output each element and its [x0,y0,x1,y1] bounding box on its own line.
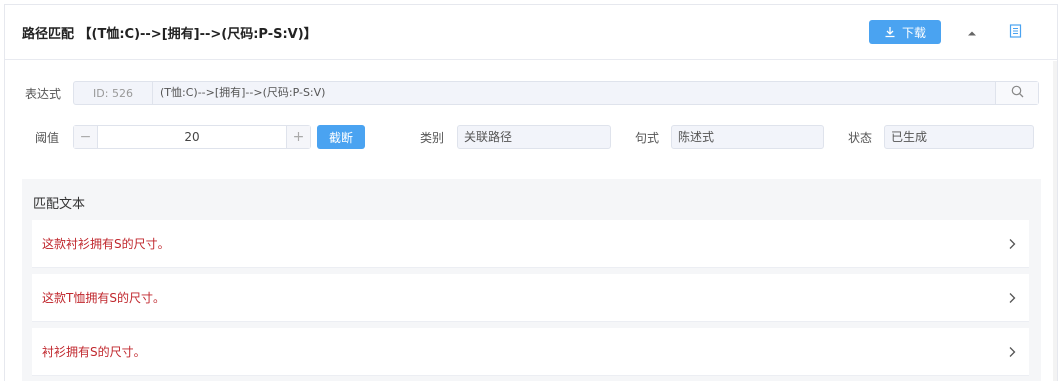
match-text: 衬衫拥有S的尺寸。 [42,345,146,359]
category-field: 关联路径 [457,125,611,149]
threshold-input[interactable] [98,126,286,148]
expression-field: ID: 526 (T恤:C)-->[拥有]-->(尺码:P-S:V) [73,81,1039,105]
matched-text-title: 匹配文本 [33,197,86,212]
list-item[interactable]: 衬衫拥有S的尺寸。 [32,328,1029,376]
chevron-right-icon [1005,291,1019,305]
panel-header: 路径匹配 【(T恤:C)-->[拥有]-->(尺码:P-S:V)】 下载 [5,5,1057,60]
document-button[interactable] [1006,23,1024,41]
increment-button[interactable]: + [286,126,310,148]
caret-up-icon [967,25,977,39]
threshold-stepper: − + [73,125,311,149]
page-title: 路径匹配 【(T恤:C)-->[拥有]-->(尺码:P-S:V)】 [22,27,317,42]
match-text: 这款T恤拥有S的尺寸。 [42,291,165,305]
collapse-button[interactable] [963,23,981,41]
threshold-label: 阈值 [35,131,60,145]
search-icon [1011,85,1024,101]
sentence-type-label: 句式 [635,131,660,145]
path-match-panel: 路径匹配 【(T恤:C)-->[拥有]-->(尺码:P-S:V)】 下载 表达式… [4,4,1058,381]
matched-text-section: 匹配文本 这款衬衫拥有S的尺寸。 这款T恤拥有S的尺寸。 衬衫拥有S的尺寸。 [22,179,1041,381]
chevron-right-icon [1005,237,1019,251]
download-label: 下载 [901,25,926,40]
chevron-right-icon [1005,345,1019,359]
expression-value: (T恤:C)-->[拥有]-->(尺码:P-S:V) [160,86,326,99]
category-label: 类别 [420,131,445,145]
list-item[interactable]: 这款衬衫拥有S的尺寸。 [32,220,1029,268]
expression-id: ID: 526 [74,82,153,104]
status-field: 已生成 [884,125,1034,149]
truncate-button[interactable]: 截断 [317,125,365,149]
list-item[interactable]: 这款T恤拥有S的尺寸。 [32,274,1029,322]
sentence-type-field: 陈述式 [671,125,824,149]
status-label: 状态 [848,131,873,145]
download-button[interactable]: 下载 [869,20,941,44]
decrement-button[interactable]: − [74,126,98,148]
download-icon [884,26,896,38]
match-text: 这款衬衫拥有S的尺寸。 [42,237,170,251]
document-icon [1009,23,1022,41]
scrollbar-track[interactable] [1053,61,1057,381]
expression-search-button[interactable] [995,82,1038,104]
expression-label: 表达式 [25,87,62,101]
